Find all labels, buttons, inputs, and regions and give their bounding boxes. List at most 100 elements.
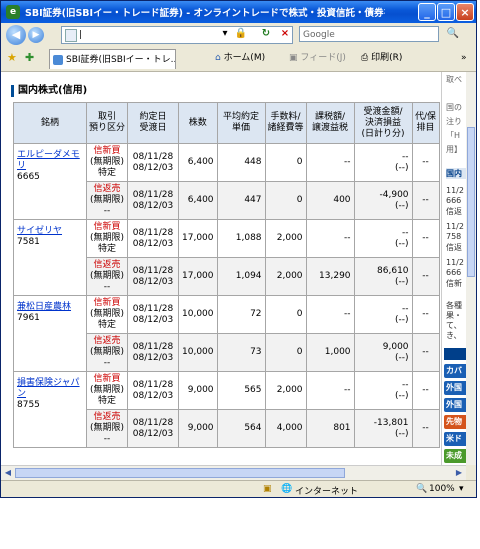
- account-type: --: [103, 206, 111, 216]
- lock-icon[interactable]: 🔒: [234, 27, 248, 41]
- price-cell: 1,094: [216, 257, 266, 296]
- account-type: --: [103, 282, 111, 292]
- sidebar-list-item[interactable]: 11/2: [446, 186, 464, 195]
- stock-code: 7961: [17, 313, 40, 323]
- url-dropdown-icon[interactable]: ▾: [220, 27, 230, 41]
- settlement-amount: -13,801: [373, 417, 409, 428]
- amount-cell: -- (--): [353, 295, 413, 334]
- contract-date: 08/11/28: [132, 265, 174, 276]
- home-button[interactable]: ⌂ ホーム(M): [215, 51, 265, 65]
- maximize-button[interactable]: □: [437, 3, 455, 21]
- qty-cell: 9,000: [178, 371, 218, 410]
- trade-class-cell: 信返売 (無期限) --: [85, 409, 129, 448]
- trade-kind: 信新買: [93, 298, 121, 308]
- status-bar: ▣ 🌐 インターネット 🔍 100% ▾: [1, 480, 476, 497]
- stock-name-link[interactable]: サイゼリヤ: [17, 226, 62, 236]
- sidebar-text: 用】: [446, 145, 462, 154]
- trade-term: (無期限): [90, 157, 125, 167]
- zoom-level[interactable]: 100%: [429, 484, 455, 494]
- date-cell: 08/11/28 08/12/03: [127, 257, 180, 296]
- sidebar-button[interactable]: 米ド: [444, 432, 466, 446]
- scroll-left-icon[interactable]: ◀: [2, 467, 14, 479]
- settlement-amount: --: [402, 379, 409, 390]
- delivery-date: 08/12/03: [132, 352, 174, 363]
- trade-kind: 信返売: [93, 412, 121, 422]
- trade-term: (無期限): [90, 423, 125, 433]
- minimize-button[interactable]: _: [418, 3, 436, 21]
- account-type: 特定: [98, 320, 117, 330]
- feed-button[interactable]: ▣ フィード(J): [289, 51, 346, 65]
- vertical-scroll-thumb[interactable]: [467, 127, 475, 277]
- search-input[interactable]: Google: [299, 26, 439, 42]
- action-cell: --: [411, 143, 440, 182]
- print-button[interactable]: ⎙ 印刷(R): [361, 51, 402, 65]
- more-tools-icon[interactable]: »: [461, 51, 467, 65]
- col-header-qty: 株数: [178, 102, 218, 144]
- action-cell: --: [411, 333, 440, 372]
- favorites-star-icon[interactable]: ★: [7, 51, 17, 65]
- delivery-date: 08/12/03: [132, 162, 174, 173]
- trade-kind: 信返売: [93, 184, 121, 194]
- refresh-icon[interactable]: ↻: [259, 27, 273, 41]
- sidebar-list-item[interactable]: 666: [446, 268, 461, 277]
- col-header-fee: 手数料/ 諸経費等: [264, 102, 307, 144]
- sidebar-list-item[interactable]: 信返: [446, 206, 462, 217]
- forward-button[interactable]: ▶: [28, 27, 44, 43]
- trade-class-cell: 信新買 (無期限) 特定: [85, 371, 129, 410]
- tax-cell: 1,000: [305, 333, 355, 372]
- date-cell: 08/11/28 08/12/03: [127, 143, 180, 182]
- action-cell: --: [411, 409, 440, 448]
- action-cell: --: [411, 295, 440, 334]
- settlement-amount: --: [402, 303, 409, 314]
- qty-cell: 10,000: [178, 333, 218, 372]
- day-trade-amount: (--): [395, 314, 409, 325]
- stop-icon[interactable]: ×: [278, 27, 292, 41]
- tab-bar: ★ ✚ SBI証券(旧SBIイー・トレ... ⌂ ホーム(M) ▣ フィード(J…: [1, 47, 476, 72]
- sidebar-button[interactable]: 未成: [444, 449, 466, 463]
- trade-term: (無期限): [90, 233, 125, 243]
- ie-icon: e: [6, 5, 20, 19]
- sidebar-list-item[interactable]: 11/2: [446, 222, 464, 231]
- amount-cell: 9,000 (--): [353, 333, 413, 372]
- horizontal-scroll-thumb[interactable]: [15, 468, 345, 478]
- delivery-date: 08/12/03: [132, 238, 174, 249]
- stock-name-link[interactable]: 損害保険ジャパン: [17, 378, 80, 399]
- back-button[interactable]: ◀: [6, 25, 26, 45]
- sidebar-list-item[interactable]: 信新: [446, 278, 462, 289]
- search-go-icon[interactable]: 🔍: [445, 27, 461, 41]
- sidebar-list-item[interactable]: 758: [446, 232, 461, 241]
- trade-kind: 信返売: [93, 260, 121, 270]
- scroll-right-icon[interactable]: ▶: [453, 467, 465, 479]
- delivery-date: 08/12/03: [132, 314, 174, 325]
- sidebar-button[interactable]: カバ: [444, 364, 466, 378]
- stock-name-cell: 兼松日産農林 7961: [13, 295, 87, 372]
- sidebar-list-item[interactable]: 11/2: [446, 258, 464, 267]
- table-row: エルピーダメモリ 6665 信新買 (無期限) 特定 08/11/28 08/12/03 6,…: [13, 143, 440, 220]
- tab-sbi[interactable]: SBI証券(旧SBIイー・トレ...: [49, 49, 176, 69]
- amount-cell: -13,801 (--): [353, 409, 413, 448]
- tax-cell: --: [305, 371, 355, 410]
- horizontal-scrollbar[interactable]: ◀ ▶: [1, 465, 466, 480]
- add-favorite-icon[interactable]: ✚: [25, 51, 34, 65]
- account-type: --: [103, 434, 111, 444]
- sidebar-button[interactable]: 外国: [444, 398, 466, 412]
- sidebar-list-item[interactable]: 信返: [446, 242, 462, 253]
- sidebar-button[interactable]: 先物: [444, 415, 466, 429]
- amount-cell: -- (--): [353, 219, 413, 258]
- trade-kind: 信新買: [93, 374, 121, 384]
- stock-name-link[interactable]: 兼松日産農林: [17, 302, 71, 312]
- stock-name-cell: 損害保険ジャパン 8755: [13, 371, 87, 448]
- fee-cell: 0: [264, 333, 307, 372]
- qty-cell: 17,000: [178, 219, 218, 258]
- close-button[interactable]: ×: [456, 3, 474, 21]
- security-zone-label: インターネット: [295, 487, 359, 497]
- zoom-dropdown-icon[interactable]: ▾: [459, 484, 464, 494]
- address-bar: ◀ ▶ | ▾ 🔒 ↻ × Google 🔍: [1, 23, 476, 47]
- col-header-contract-date: 約定日 受渡日: [127, 102, 180, 144]
- sidebar-list-item[interactable]: 666: [446, 196, 461, 205]
- stock-name-link[interactable]: エルピーダメモリ: [17, 150, 80, 171]
- trade-term: (無期限): [90, 195, 125, 205]
- price-cell: 72: [216, 295, 266, 334]
- sidebar-button[interactable]: 外国: [444, 381, 466, 395]
- vertical-scrollbar[interactable]: [466, 72, 476, 465]
